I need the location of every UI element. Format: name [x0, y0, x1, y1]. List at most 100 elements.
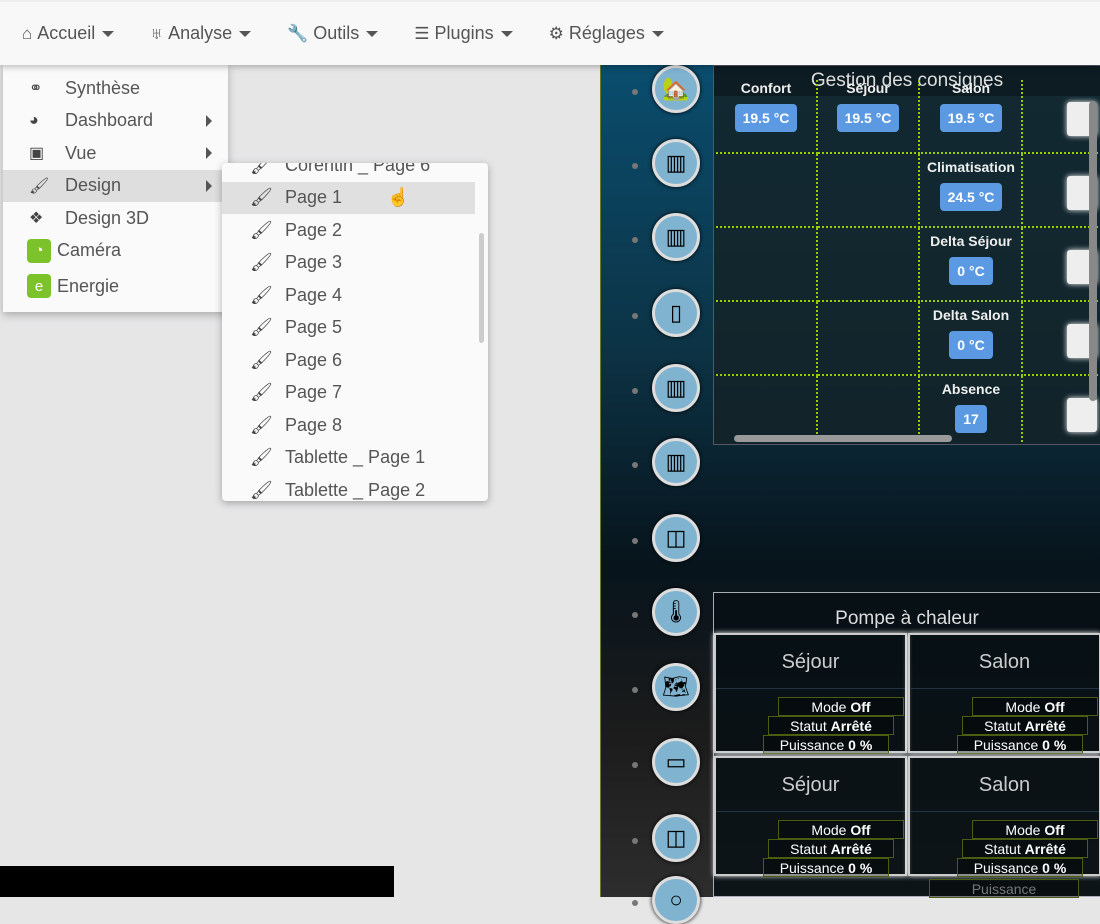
statut-status: Statut Arrêté [768, 839, 894, 858]
paintbrush-icon: 🖌 [250, 349, 273, 370]
submenu-item[interactable]: 🖌 Page 3 [222, 247, 475, 280]
consigne-cell: Séjour 19.5 °C [818, 80, 920, 154]
energie-plugin-icon: e [27, 274, 51, 298]
nav-plugins[interactable]: ☰ Plugins [414, 23, 513, 44]
menu-dashboard[interactable]: ◕ Dashboard [3, 105, 228, 138]
grid-cell [818, 228, 920, 302]
mode-status: Mode Off [972, 697, 1098, 716]
paintbrush-icon: 🖌 [250, 252, 273, 273]
nav-accueil[interactable]: ⌂ Accueil [22, 23, 115, 44]
caret-right-icon [206, 114, 212, 127]
submenu-item[interactable]: 🖌 Page 2 [222, 214, 475, 247]
puissance-status: Puissance 0 % [957, 858, 1083, 877]
statut-status: Statut Arrêté [768, 716, 894, 735]
nav-outils[interactable]: 🔧 Outils [287, 23, 379, 44]
cubes-icon: ❖ [29, 210, 44, 228]
submenu-item[interactable]: 🖌 Page 7 [222, 377, 475, 410]
grid-cell [716, 228, 818, 302]
submenu-item[interactable]: 🖌 Page 5 [222, 312, 475, 345]
dot [632, 762, 638, 768]
submenu-item[interactable]: 🖌 Page 8 [222, 409, 475, 442]
pac-panel: Pompe à chaleur Séjour Mode Off Statut A… [713, 592, 1100, 898]
radiator-icon[interactable]: ▥ [652, 364, 700, 412]
menu-synthese[interactable]: ⚭ Synthèse [3, 72, 228, 105]
menu-vue[interactable]: ▣ Vue [3, 137, 228, 170]
submenu-item[interactable]: 🖌 Page 4 [222, 279, 475, 312]
menu-design[interactable]: 🖌 Design [3, 169, 228, 202]
radiator-icon[interactable]: ▥ [652, 213, 700, 261]
submenu-item[interactable]: 🖌 Page 6 [222, 344, 475, 377]
radiator-icon[interactable]: ▥ [652, 438, 700, 486]
consigne-value[interactable]: 17 [955, 405, 987, 433]
water-heater-icon[interactable]: ▯ [652, 289, 700, 337]
stethoscope-icon: ♅ [150, 23, 164, 43]
consigne-cell: Delta Salon 0 °C [921, 302, 1023, 376]
dot [632, 462, 638, 468]
camera-icon[interactable]: ▭ [652, 738, 700, 786]
submenu-item[interactable]: 🖌 Tablette _ Page 1 [222, 442, 475, 475]
house-icon[interactable]: 🏡 [652, 65, 700, 113]
submenu-item[interactable]: 🖌 Corentin _ Page 6 [222, 163, 475, 182]
dot [632, 838, 638, 844]
heatpump-unit: Séjour Mode Off Statut Arrêté Puissance … [714, 756, 907, 877]
puissance-status: Puissance 0 % [957, 735, 1083, 754]
consigne-value[interactable]: 24.5 °C [939, 183, 1003, 211]
vertical-scrollbar[interactable] [1089, 101, 1097, 401]
dashboard-icon: ◕ [29, 111, 39, 129]
mode-status: Mode Off [972, 820, 1098, 839]
window-icon[interactable]: ◫ [652, 814, 700, 862]
consigne-value[interactable]: 19.5 °C [734, 104, 798, 132]
home-icon: ⌂ [22, 23, 33, 43]
hub-icon: ⚭ [29, 80, 43, 98]
consigne-cell: Salon 19.5 °C [921, 80, 1023, 154]
window-icon[interactable]: ◫ [652, 514, 700, 562]
accueil-dropdown: ⚭ Synthèse ◕ Dashboard ▣ Vue 🖌 Design ❖ Desig… [3, 65, 228, 312]
caret-down-icon [366, 30, 379, 37]
thermometer-icon[interactable]: 🌡 [652, 588, 700, 636]
nav-reglages[interactable]: ⚙ Réglages [549, 23, 664, 44]
heatpump-unit: Séjour Mode Off Statut Arrêté Puissance … [714, 633, 907, 754]
device-icon[interactable]: ○ [652, 876, 700, 924]
image-icon: ▣ [29, 145, 45, 163]
panel-title: Pompe à chaleur [835, 608, 979, 629]
dot [632, 388, 638, 394]
design-submenu: 🖌 Corentin _ Page 6 🖌 Page 1 ☝ 🖌 Page 2 🖌 Page 3… [222, 163, 488, 501]
paintbrush-icon: 🖌 [250, 382, 273, 403]
grid-cell [716, 154, 818, 228]
paintbrush-icon: 🖌 [250, 219, 273, 240]
black-bar [0, 866, 394, 897]
consigne-cell: Climatisation 24.5 °C [921, 154, 1023, 228]
consigne-cell: Delta Séjour 0 °C [921, 228, 1023, 302]
submenu-item[interactable]: 🖌 Page 1 ☝ [222, 181, 475, 214]
menu-design-3d[interactable]: ❖ Design 3D [3, 202, 228, 235]
nav-analyse[interactable]: ♅ Analyse [150, 23, 252, 44]
dot [632, 900, 638, 906]
caret-down-icon [500, 30, 513, 37]
grid-cell [818, 154, 920, 228]
consigne-value[interactable]: 19.5 °C [939, 104, 1003, 132]
submenu-scrollbar[interactable] [479, 233, 484, 343]
caret-down-icon [651, 30, 664, 37]
statut-status: Statut Arrêté [962, 839, 1088, 858]
menu-energie[interactable]: e Energie [3, 267, 228, 305]
paintbrush-icon: 🖌 [250, 163, 273, 175]
caret-right-icon [206, 179, 212, 192]
grid-cell [716, 302, 818, 376]
menu-camera[interactable]: ◔ Caméra [3, 235, 228, 268]
paintbrush-icon: 🖌 [250, 447, 273, 468]
dot [632, 612, 638, 618]
toggle-button[interactable] [1067, 398, 1097, 432]
horizontal-scrollbar[interactable] [734, 435, 952, 442]
cog-icon: ⚙ [548, 23, 564, 43]
consigne-value[interactable]: 0 °C [949, 331, 993, 359]
consigne-value[interactable]: 19.5 °C [836, 104, 900, 132]
radiator-icon[interactable]: ▥ [652, 139, 700, 187]
map-icon[interactable]: 🗺 [652, 663, 700, 711]
hand-cursor-icon: ☝ [387, 187, 410, 208]
mode-status: Mode Off [778, 697, 904, 716]
statut-status: Statut Arrêté [962, 716, 1088, 735]
submenu-item[interactable]: 🖌 Tablette _ Page 2 [222, 474, 475, 501]
top-navbar: ⌂ Accueil ♅ Analyse 🔧 Outils ☰ Plugins ⚙ Régl… [0, 0, 1100, 65]
consigne-value[interactable]: 0 °C [949, 257, 993, 285]
wrench-icon: 🔧 [287, 23, 309, 43]
